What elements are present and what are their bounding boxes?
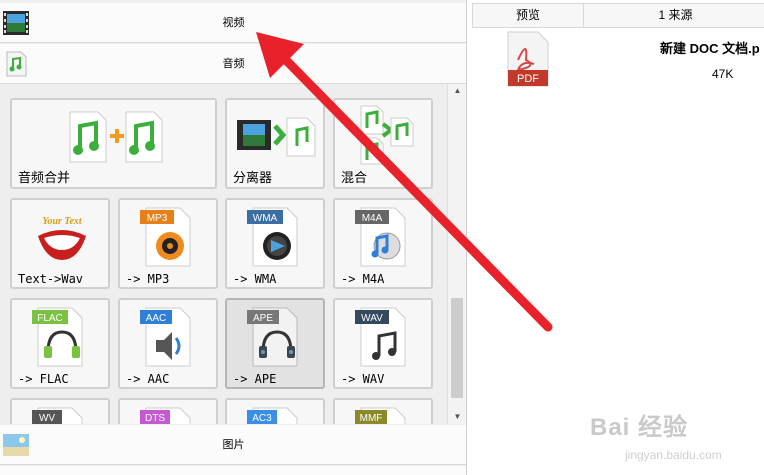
tile-audio-merge[interactable]: 音频合并 (10, 98, 217, 189)
tile-label: -> MP3 (126, 272, 170, 286)
scroll-thumb[interactable] (451, 298, 463, 398)
tile-label: -> WAV (341, 372, 385, 386)
svg-text:AC3: AC3 (252, 413, 272, 424)
column-source[interactable]: 1 来源 (583, 3, 764, 28)
tile-dts[interactable]: DTS (118, 398, 218, 424)
text-to-wav-icon: Your Text (38, 216, 86, 260)
wav-icon: WAV (355, 307, 406, 367)
column-preview[interactable]: 预览 (472, 3, 584, 28)
svg-text:WV: WV (39, 413, 55, 424)
flac-icon: FLAC (32, 307, 83, 367)
svg-text:APE: APE (253, 313, 273, 324)
tile-wav[interactable]: WAV -> WAV (333, 298, 433, 389)
file-size: 47K (712, 67, 734, 81)
svg-text:Your Text: Your Text (42, 216, 83, 227)
tile-label: 混合 (341, 171, 368, 186)
wma-icon: WMA (247, 207, 298, 267)
tile-wma[interactable]: WMA -> WMA (225, 198, 325, 289)
ape-icon: APE (247, 307, 298, 367)
tile-ape[interactable]: APE -> APE (225, 298, 325, 389)
tile-mix[interactable]: 混合 (333, 98, 433, 189)
tile-ac3[interactable]: AC3 (225, 398, 325, 424)
svg-text:DTS: DTS (145, 413, 165, 424)
audio-tool-grid: 音频合并 分离器 混合 Your Text Text->Wav MP3 -> M… (0, 84, 447, 424)
tile-m4a[interactable]: M4A -> M4A (333, 198, 433, 289)
tile-aac[interactable]: AAC -> AAC (118, 298, 218, 389)
svg-text:WMA: WMA (253, 213, 278, 224)
m4a-icon: M4A (355, 207, 406, 267)
dts-icon: DTS (140, 407, 191, 424)
tile-label: -> FLAC (18, 372, 69, 386)
tile-mp3[interactable]: MP3 -> MP3 (118, 198, 218, 289)
scroll-up-icon[interactable]: ▲ (448, 84, 466, 98)
svg-text:MMF: MMF (360, 413, 383, 424)
category-audio-label: 音频 (222, 57, 245, 70)
pdf-file-icon: PDF (507, 31, 549, 87)
left-pane: 视频 音频 音频合并 分离器 混合 Your Text Text->Wav MP… (0, 0, 467, 475)
scroll-down-icon[interactable]: ▼ (448, 410, 466, 424)
category-image[interactable]: 图片 (0, 425, 466, 465)
svg-text:FLAC: FLAC (37, 313, 63, 324)
tile-label: 音频合并 (18, 171, 71, 186)
file-list-pane: 预览 1 来源 PDF 新建 DOC 文档.p 47K (472, 0, 764, 475)
category-video-label: 视频 (222, 16, 245, 29)
tile-label: 分离器 (233, 171, 273, 186)
tile-mmf[interactable]: MMF (333, 398, 433, 424)
watermark-logo: Bai 经验 (590, 414, 689, 441)
vertical-scrollbar[interactable]: ▲ ▼ (447, 84, 466, 424)
wv-icon: WV (32, 407, 83, 424)
ac3-icon: AC3 (247, 407, 298, 424)
svg-text:AAC: AAC (146, 313, 167, 324)
mmf-icon: MMF (355, 407, 406, 424)
watermark-url: jingyan.baidu.com (625, 448, 722, 462)
mp3-icon: MP3 (140, 207, 191, 267)
aac-icon: AAC (140, 307, 191, 367)
category-next[interactable] (0, 466, 466, 475)
category-image-label: 图片 (222, 438, 245, 451)
svg-text:PDF: PDF (517, 73, 539, 85)
splitter-icon (237, 117, 316, 157)
svg-text:M4A: M4A (362, 213, 383, 224)
tile-label: -> M4A (341, 272, 385, 286)
tile-label: -> APE (233, 372, 277, 386)
svg-text:WAV: WAV (361, 313, 383, 324)
tile-label: Text->Wav (18, 272, 84, 286)
tile-splitter[interactable]: 分离器 (225, 98, 325, 189)
tile-label: -> WMA (233, 272, 277, 286)
category-audio[interactable]: 音频 (0, 44, 466, 84)
file-name[interactable]: 新建 DOC 文档.p (660, 38, 760, 57)
category-video[interactable]: 视频 (0, 3, 466, 43)
mix-icon (360, 105, 414, 165)
tile-label: -> AAC (126, 372, 170, 386)
tile-wv[interactable]: WV (10, 398, 110, 424)
tile-flac[interactable]: FLAC -> FLAC (10, 298, 110, 389)
svg-text:MP3: MP3 (147, 213, 168, 224)
tile-text-to-wav[interactable]: Your Text Text->Wav (10, 198, 110, 289)
audio-merge-icon (69, 111, 163, 163)
